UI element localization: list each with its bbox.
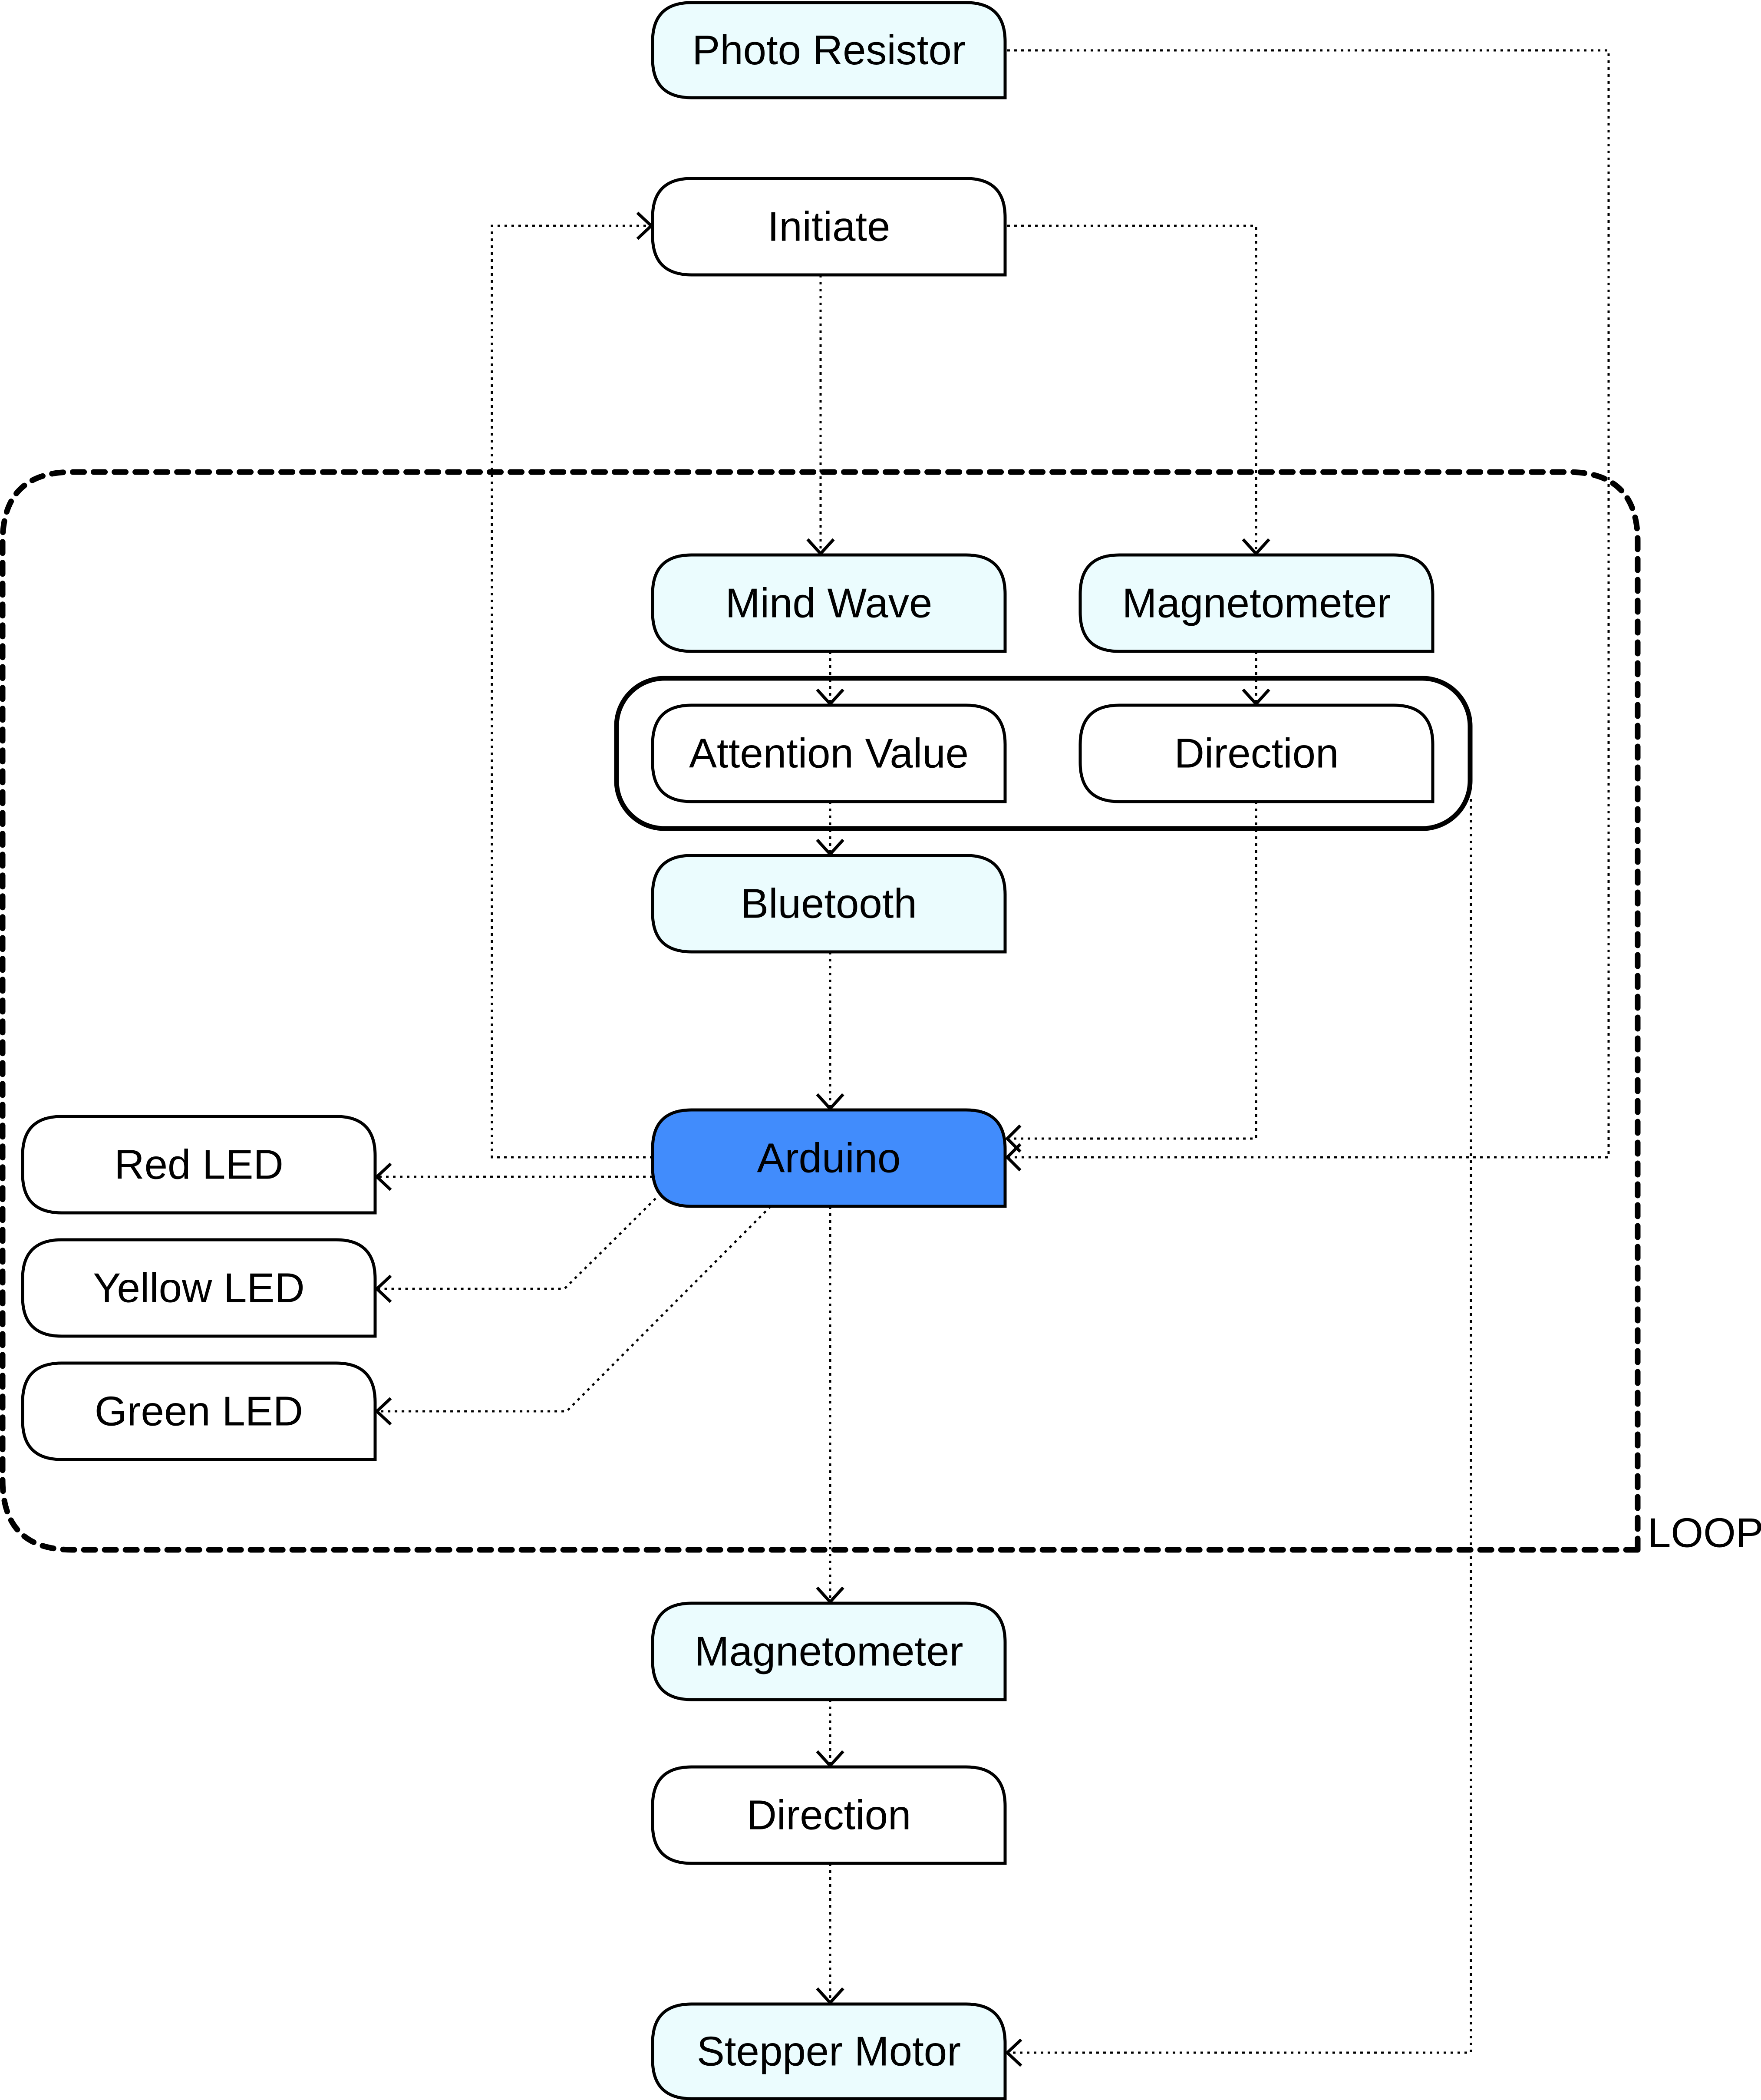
node-label: Direction <box>747 1792 911 1839</box>
nodes: Photo Resistor Initiate Mind Wave Magnet… <box>21 1 1435 2100</box>
node-label: Magnetometer <box>695 1628 963 1675</box>
node-label: Magnetometer <box>1122 580 1391 627</box>
node-initiate[interactable]: Initiate <box>651 177 1007 277</box>
node-label: Red LED <box>114 1142 284 1188</box>
node-green-led[interactable]: Green LED <box>21 1361 377 1461</box>
node-bluetooth[interactable]: Bluetooth <box>651 854 1007 954</box>
node-label: Photo Resistor <box>692 27 966 73</box>
arrowhead-icon <box>374 1275 392 1303</box>
node-magnetometer-top[interactable]: Magnetometer <box>1078 553 1435 653</box>
node-direction-bottom[interactable]: Direction <box>651 1765 1007 1865</box>
loop-label: LOOP <box>1648 1510 1761 1556</box>
arrowhead-icon <box>816 1093 844 1111</box>
node-arduino[interactable]: Arduino <box>651 1108 1007 1208</box>
node-label: Initiate <box>768 204 890 250</box>
flowchart: LOOP Photo Resistor Initiate Mind Wave M… <box>0 1 1761 2100</box>
edge-group-to-stepper <box>1007 799 1472 2054</box>
node-attention-value[interactable]: Attention Value <box>651 703 1007 803</box>
node-label: Attention Value <box>689 730 969 777</box>
arrowhead-icon <box>1242 688 1270 707</box>
arrowhead-icon <box>816 839 844 857</box>
edge-initiate-to-magnetometer <box>1007 225 1257 554</box>
arrowhead-icon <box>816 1750 844 1768</box>
node-label: Bluetooth <box>741 881 917 927</box>
edge-arduino-to-green-led <box>377 1205 772 1413</box>
node-photo-resistor[interactable]: Photo Resistor <box>651 1 1007 99</box>
edge-direction-to-arduino <box>1007 802 1257 1140</box>
node-mind-wave[interactable]: Mind Wave <box>651 553 1007 653</box>
edge-arduino-to-yellow-led <box>377 1198 656 1290</box>
node-label: Green LED <box>95 1388 303 1435</box>
arrowhead-icon <box>374 1162 392 1191</box>
node-stepper-motor[interactable]: Stepper Motor <box>651 2002 1007 2100</box>
connectors <box>374 49 1610 2067</box>
node-label: Direction <box>1174 730 1339 777</box>
node-label: Yellow LED <box>93 1265 304 1311</box>
node-magnetometer-bottom[interactable]: Magnetometer <box>651 1601 1007 1701</box>
node-direction-top[interactable]: Direction <box>1078 703 1435 803</box>
node-red-led[interactable]: Red LED <box>21 1115 377 1215</box>
node-label: Mind Wave <box>726 580 933 627</box>
node-yellow-led[interactable]: Yellow LED <box>21 1238 377 1338</box>
arrowhead-icon <box>816 688 844 707</box>
node-label: Arduino <box>757 1135 901 1182</box>
node-label: Stepper Motor <box>697 2028 961 2075</box>
